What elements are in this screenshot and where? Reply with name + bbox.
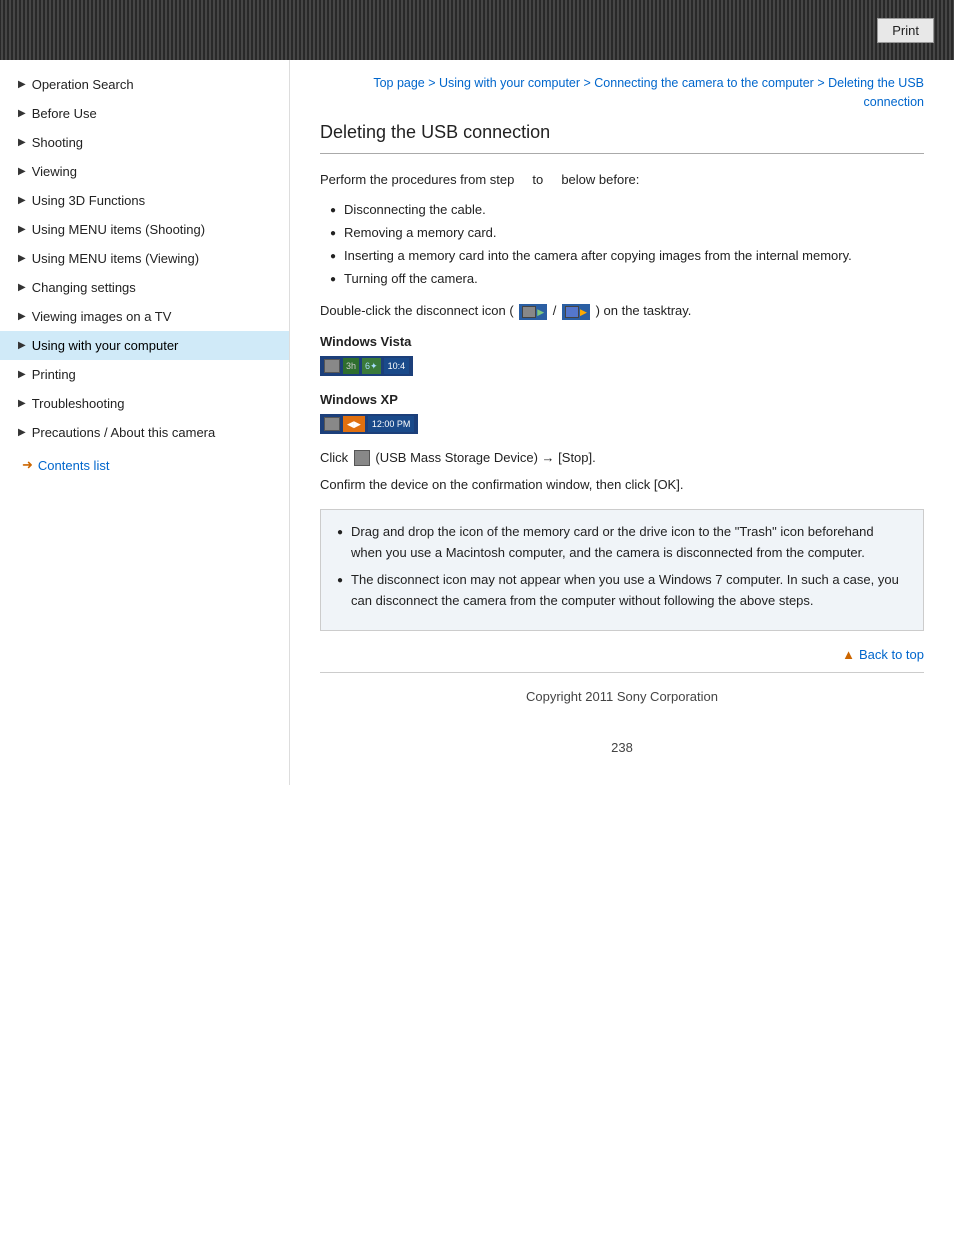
copyright-text: Copyright 2011 Sony Corporation	[526, 689, 718, 704]
taskbar-icon-1	[324, 359, 340, 373]
vista-section: Windows Vista 3h 6✦ 10:4	[320, 332, 924, 380]
bullet-item: Turning off the camera.	[330, 269, 924, 290]
sidebar-arrow: ▶	[18, 427, 26, 438]
xp-section: Windows XP ◀▶ 12:00 PM	[320, 390, 924, 438]
back-to-top-link[interactable]: ▲ Back to top	[842, 647, 924, 662]
taskbar-text-xp-1: ◀▶	[343, 416, 365, 432]
sidebar-item-operation-search[interactable]: ▶ Operation Search	[0, 70, 289, 99]
breadcrumb-connecting[interactable]: Connecting the camera to the computer	[594, 76, 814, 90]
sidebar-item-changing-settings[interactable]: ▶ Changing settings	[0, 273, 289, 302]
sidebar-arrow: ▶	[18, 195, 26, 206]
sidebar-arrow: ▶	[18, 108, 26, 119]
sidebar-arrow: ▶	[18, 311, 26, 322]
double-click-text: Double-click the disconnect icon ( ▶ / ▶…	[320, 301, 924, 322]
sidebar-item-menu-viewing[interactable]: ▶ Using MENU items (Viewing)	[0, 244, 289, 273]
disconnect-icon-xp: ▶	[562, 304, 590, 320]
header-bar: Print	[0, 0, 954, 60]
sidebar-label: Operation Search	[32, 77, 134, 92]
sidebar-item-printing[interactable]: ▶ Printing	[0, 360, 289, 389]
sidebar-item-using-3d[interactable]: ▶ Using 3D Functions	[0, 186, 289, 215]
taskbar-time-vista: 10:4	[384, 358, 410, 374]
taskbar-text-1: 3h	[343, 358, 359, 374]
sidebar-arrow: ▶	[18, 369, 26, 380]
icon-box-xp	[565, 306, 579, 318]
page-number: 238	[320, 730, 924, 765]
sidebar-label: Using with your computer	[32, 338, 179, 353]
sidebar-arrow: ▶	[18, 224, 26, 235]
icon-box-vista	[522, 306, 536, 318]
sidebar-item-before-use[interactable]: ▶ Before Use	[0, 99, 289, 128]
back-to-top-label: Back to top	[859, 647, 924, 662]
breadcrumb-top-page[interactable]: Top page	[373, 76, 424, 90]
disconnect-icon-vista: ▶	[519, 304, 547, 320]
bullet-item: Removing a memory card.	[330, 223, 924, 244]
sidebar-label: Precautions / About this camera	[32, 425, 216, 440]
taskbar-time-xp: 12:00 PM	[368, 416, 415, 432]
usb-icon-inline	[354, 450, 370, 466]
page-title: Deleting the USB connection	[320, 122, 924, 143]
sidebar-item-viewing[interactable]: ▶ Viewing	[0, 157, 289, 186]
sidebar-item-viewing-tv[interactable]: ▶ Viewing images on a TV	[0, 302, 289, 331]
note-box: Drag and drop the icon of the memory car…	[320, 509, 924, 630]
sidebar-item-precautions[interactable]: ▶ Precautions / About this camera	[0, 418, 289, 447]
intro-text: Perform the procedures from step to belo…	[320, 170, 924, 191]
sidebar-label: Viewing images on a TV	[32, 309, 172, 324]
content-body: Perform the procedures from step to belo…	[320, 170, 924, 631]
sidebar-arrow: ▶	[18, 340, 26, 351]
breadcrumb: Top page > Using with your computer > Co…	[320, 60, 924, 122]
arrow-icon: ➜	[22, 457, 33, 473]
note-item: The disconnect icon may not appear when …	[337, 570, 907, 612]
sidebar-arrow: ▶	[18, 253, 26, 264]
xp-label: Windows XP	[320, 390, 924, 411]
triangle-icon: ▲	[842, 647, 855, 662]
breadcrumb-deleting[interactable]: Deleting the USB connection	[828, 76, 924, 109]
xp-taskbar: ◀▶ 12:00 PM	[320, 414, 418, 434]
click-text: Click (USB Mass Storage Device) → [Stop]…	[320, 448, 924, 469]
bullet-item: Disconnecting the cable.	[330, 200, 924, 221]
sidebar: ▶ Operation Search ▶ Before Use ▶ Shooting ▶ Vi…	[0, 60, 290, 785]
sidebar-label: Using MENU items (Shooting)	[32, 222, 205, 237]
sidebar-item-using-computer[interactable]: ▶ Using with your computer	[0, 331, 289, 360]
confirm-text: Confirm the device on the confirmation w…	[320, 475, 924, 496]
print-button[interactable]: Print	[877, 18, 934, 43]
page-title-section: Deleting the USB connection	[320, 122, 924, 154]
contents-list-link[interactable]: ➜ Contents list	[0, 447, 289, 483]
vista-taskbar: 3h 6✦ 10:4	[320, 356, 413, 376]
sidebar-arrow: ▶	[18, 166, 26, 177]
content-area: Top page > Using with your computer > Co…	[290, 60, 954, 785]
sidebar-label: Printing	[32, 367, 76, 382]
sidebar-arrow: ▶	[18, 137, 26, 148]
sidebar-arrow: ▶	[18, 398, 26, 409]
sidebar-label: Troubleshooting	[32, 396, 125, 411]
sidebar-item-shooting[interactable]: ▶ Shooting	[0, 128, 289, 157]
main-layout: ▶ Operation Search ▶ Before Use ▶ Shooting ▶ Vi…	[0, 60, 954, 785]
sidebar-label: Before Use	[32, 106, 97, 121]
sidebar-item-menu-shooting[interactable]: ▶ Using MENU items (Shooting)	[0, 215, 289, 244]
breadcrumb-using-computer[interactable]: Using with your computer	[439, 76, 580, 90]
bullet-list: Disconnecting the cable.Removing a memor…	[330, 200, 924, 289]
sidebar-item-troubleshooting[interactable]: ▶ Troubleshooting	[0, 389, 289, 418]
sidebar-label: Viewing	[32, 164, 77, 179]
bullet-item: Inserting a memory card into the camera …	[330, 246, 924, 267]
page-footer: Copyright 2011 Sony Corporation	[320, 672, 924, 714]
note-item: Drag and drop the icon of the memory car…	[337, 522, 907, 564]
sidebar-label: Shooting	[32, 135, 83, 150]
taskbar-text-2: 6✦	[362, 358, 381, 374]
sidebar-label: Changing settings	[32, 280, 136, 295]
sidebar-arrow: ▶	[18, 282, 26, 293]
sidebar-label: Using MENU items (Viewing)	[32, 251, 199, 266]
contents-list-label: Contents list	[38, 458, 110, 473]
vista-label: Windows Vista	[320, 332, 924, 353]
sidebar-label: Using 3D Functions	[32, 193, 145, 208]
note-list: Drag and drop the icon of the memory car…	[337, 522, 907, 611]
sidebar-arrow: ▶	[18, 79, 26, 90]
back-to-top: ▲ Back to top	[320, 647, 924, 662]
taskbar-icon-xp	[324, 417, 340, 431]
